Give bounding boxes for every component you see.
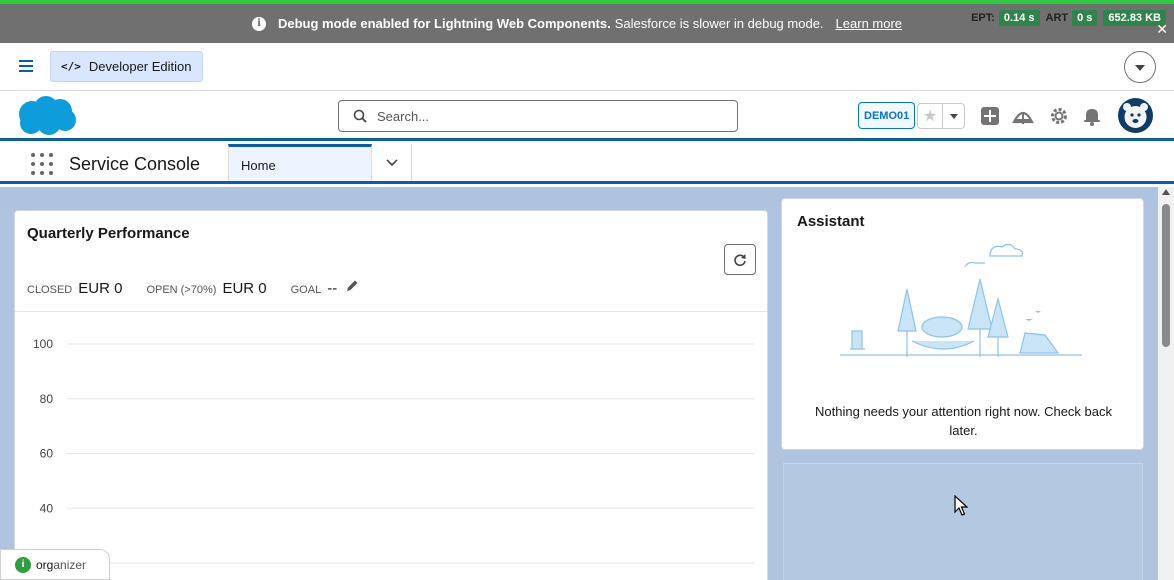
developer-edition-button[interactable]: </> Developer Edition — [50, 51, 203, 82]
hamburger-menu-icon[interactable] — [19, 60, 33, 75]
card-title: Quarterly Performance — [27, 225, 190, 242]
debug-strong-text: Debug mode enabled for Lightning Web Com… — [278, 16, 611, 31]
bell-icon[interactable] — [1081, 105, 1103, 127]
ept-label: EPT: — [971, 12, 995, 24]
scroll-up-arrow-icon[interactable] — [1162, 189, 1170, 195]
goal-value: -- — [327, 280, 338, 297]
salesforce-logo[interactable] — [15, 94, 77, 138]
y-tick-label: 40 — [40, 501, 54, 515]
open-value: EUR 0 — [222, 280, 267, 297]
chevron-down-icon[interactable] — [1124, 51, 1156, 83]
closed-value: EUR 0 — [78, 280, 123, 297]
debug-message: i Debug mode enabled for Lightning Web C… — [252, 16, 902, 31]
organizer-widget[interactable]: i org anizer — [0, 549, 110, 580]
debug-text: Salesforce is slower in debug mode. — [614, 16, 824, 31]
avatar[interactable] — [1118, 98, 1153, 133]
home-content: Quarterly Performance CLOSED EUR 0 OPEN … — [0, 187, 1158, 580]
scrollbar-thumb[interactable] — [1162, 204, 1170, 347]
refresh-icon — [734, 253, 746, 266]
search-icon — [353, 109, 367, 123]
developer-edition-label: Developer Edition — [88, 59, 192, 74]
performance-chart: 10080604020 — [33, 337, 754, 570]
assistant-message: Nothing needs your attention right now. … — [814, 404, 1112, 438]
assistant-illustration — [840, 243, 1082, 357]
y-tick-label: 60 — [40, 447, 54, 461]
quarterly-performance-card: Quarterly Performance CLOSED EUR 0 OPEN … — [14, 210, 768, 580]
refresh-button[interactable] — [724, 244, 756, 275]
y-tick-label: 100 — [33, 337, 53, 351]
star-icon[interactable]: ★ — [918, 104, 942, 128]
page-scrollbar[interactable] — [1158, 187, 1174, 580]
global-header: Search... DEMO01 ★ — [0, 91, 1174, 141]
art-label: ART — [1045, 12, 1069, 24]
app-launcher-icon[interactable] — [31, 153, 53, 175]
organizer-suffix: anizer — [53, 557, 87, 572]
closed-label: CLOSED — [27, 284, 73, 296]
app-name: Service Console — [69, 154, 201, 174]
search-placeholder: Search... — [377, 108, 430, 124]
tab-home[interactable]: Home — [228, 144, 372, 181]
organizer-prefix: org — [36, 557, 54, 572]
developer-edition-bar: </> Developer Edition — [0, 43, 1174, 91]
assistant-empty-panel — [783, 463, 1143, 580]
org-badge[interactable]: DEMO01 — [858, 102, 916, 129]
art-value: 0 s — [1072, 10, 1098, 26]
trailhead-icon[interactable] — [1012, 105, 1034, 127]
learn-more-link[interactable]: Learn more — [836, 16, 902, 31]
performance-stats-row: CLOSED EUR 0 OPEN (>70%) EUR 0 GOAL -- — [27, 279, 359, 297]
y-tick-label: 80 — [40, 392, 54, 406]
gear-icon[interactable] — [1048, 105, 1070, 127]
assistant-title: Assistant — [797, 213, 865, 230]
app-navigation: Service Console Home — [0, 144, 1174, 184]
favorites-group: ★ — [917, 103, 965, 129]
add-icon[interactable] — [979, 105, 1001, 127]
info-icon: i — [252, 16, 266, 31]
mouse-cursor-icon — [954, 495, 968, 516]
ept-value: 0.14 s — [998, 10, 1040, 26]
search-input[interactable]: Search... — [338, 100, 738, 132]
goal-label: GOAL — [290, 284, 322, 296]
open-label: OPEN (>70%) — [146, 284, 217, 296]
favorites-dropdown-icon[interactable] — [942, 104, 964, 128]
close-icon[interactable]: ✕ — [1156, 21, 1168, 38]
tab-menu-chevron-icon[interactable] — [372, 144, 412, 181]
edit-pencil-icon[interactable] — [345, 279, 359, 293]
debug-banner: i Debug mode enabled for Lightning Web C… — [0, 4, 1174, 43]
code-icon: </> — [61, 60, 81, 73]
assistant-card: Assistant Nothing needs your attention r… — [781, 198, 1144, 450]
organizer-logo-icon: i — [15, 556, 31, 573]
performance-stats: EPT: 0.14 s ART 0 s 652.83 KB — [965, 10, 1166, 26]
